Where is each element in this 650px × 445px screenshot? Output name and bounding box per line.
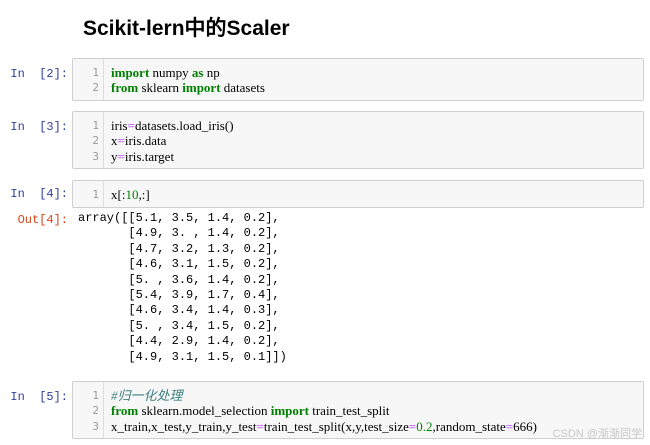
output-line: [4.4, 2.9, 1.4, 0.2], [78, 334, 280, 349]
output-line: [4.6, 3.4, 1.4, 0.3], [78, 303, 280, 318]
code-token: = [117, 133, 125, 149]
code-token: train_test_split [308, 403, 390, 419]
output-line: [4.9, 3.1, 1.5, 0.1]]) [78, 349, 287, 364]
code-cell-4[interactable]: 1 x[:10,:] [72, 180, 644, 208]
code-token: numpy [149, 65, 192, 80]
code-token: 10 [125, 187, 139, 202]
output-4-prompt: Out[4]: [17, 213, 68, 227]
code-token: sklearn [138, 80, 183, 96]
code-token: iris.data [124, 133, 167, 149]
output-area: array([[5.1, 3.5, 1.4, 0.2], [4.9, 3. , … [78, 211, 287, 365]
code-token: from [111, 403, 139, 419]
code-token: datasets.load_iris() [134, 118, 234, 133]
cell-4-prompt: In [4]: [10, 187, 68, 201]
output-line: [4.6, 3.1, 1.5, 0.2], [78, 257, 280, 272]
code-token: 666) [513, 418, 537, 434]
page-title: Scikit-lern中的Scaler [83, 17, 290, 40]
code-token: np [203, 65, 220, 80]
code-token: from [111, 80, 139, 96]
line-number: 2 [92, 81, 99, 95]
code-token: ,random_state [432, 418, 506, 434]
line-number: 1 [92, 188, 99, 201]
output-line: [5. , 3.4, 1.5, 0.2], [78, 318, 280, 333]
output-line: array([[5.1, 3.5, 1.4, 0.2], [78, 211, 280, 225]
code-editor[interactable]: x[:10,:] [111, 187, 150, 202]
code-token: ,:] [138, 187, 150, 202]
line-numbers: 1 23 [73, 388, 99, 434]
line-number: 3 [92, 419, 99, 433]
cell-3-prompt: In [3]: [10, 120, 68, 134]
code-token: import [270, 403, 309, 419]
line-number: 1 [92, 389, 99, 402]
line-numbers: 1 [73, 187, 99, 202]
code-token: x[: [111, 187, 126, 202]
output-line: [4.7, 3.2, 1.3, 0.2], [78, 241, 280, 256]
output-line: [5.4, 3.9, 1.7, 0.4], [78, 287, 280, 302]
code-token: = [256, 418, 264, 434]
watermark: CSDN @渐渐同学 [552, 428, 642, 440]
code-editor[interactable]: import numpy as np from sklearn import da… [111, 65, 265, 96]
cell-5-prompt: In [5]: [10, 390, 68, 404]
output-line: [4.9, 3. , 1.4, 0.2], [78, 226, 280, 241]
code-token: 0.2 [416, 418, 433, 434]
code-token: train_test_split(x,y,test_size [263, 418, 409, 434]
code-token: iris [111, 118, 128, 133]
line-numbers: 1 23 [73, 118, 99, 164]
code-editor[interactable]: #归一化处理 from sklearn.model_selection impor… [111, 388, 537, 434]
code-token: x_train,x_test,y_train,y_test [111, 418, 257, 434]
cell-2-prompt: In [2]: [10, 67, 68, 81]
line-number: 1 [92, 66, 99, 79]
code-cell-2[interactable]: 12 import numpy as np from sklearn import… [72, 58, 644, 101]
line-number: 1 [92, 119, 99, 132]
code-token: = [127, 118, 135, 133]
code-line: x=iris.data [111, 133, 234, 148]
code-editor[interactable]: iris=datasets.load_iris() x=iris.data y=ir… [111, 118, 234, 164]
code-token: sklearn.model_selection [138, 403, 271, 419]
code-line: x_train,x_test,y_train,y_test=train_test… [111, 419, 537, 434]
code-line: import numpy as np [111, 65, 265, 80]
code-line: from sklearn import datasets [111, 80, 265, 95]
code-token: = [117, 148, 125, 164]
code-line: iris=datasets.load_iris() [111, 118, 234, 133]
line-numbers: 12 [73, 65, 99, 96]
code-cell-3[interactable]: 123 iris=datasets.load_iris() x=iris.data… [72, 111, 644, 169]
code-line: y=iris.target [111, 149, 234, 164]
code-token: as [191, 65, 204, 80]
code-line: x[:10,:] [111, 187, 150, 202]
code-token: iris.target [124, 148, 175, 164]
code-token: datasets [220, 80, 265, 96]
code-line: #归一化处理 [111, 388, 537, 403]
line-number: 3 [92, 149, 99, 163]
code-line: from sklearn.model_selection import trai… [111, 403, 537, 418]
code-token: #归一化处理 [111, 388, 183, 403]
line-number: 2 [92, 134, 99, 148]
code-token: import [111, 65, 150, 80]
output-line: [5. , 3.6, 1.4, 0.2], [78, 272, 280, 287]
line-number: 2 [92, 404, 99, 418]
code-token: import [182, 80, 221, 96]
